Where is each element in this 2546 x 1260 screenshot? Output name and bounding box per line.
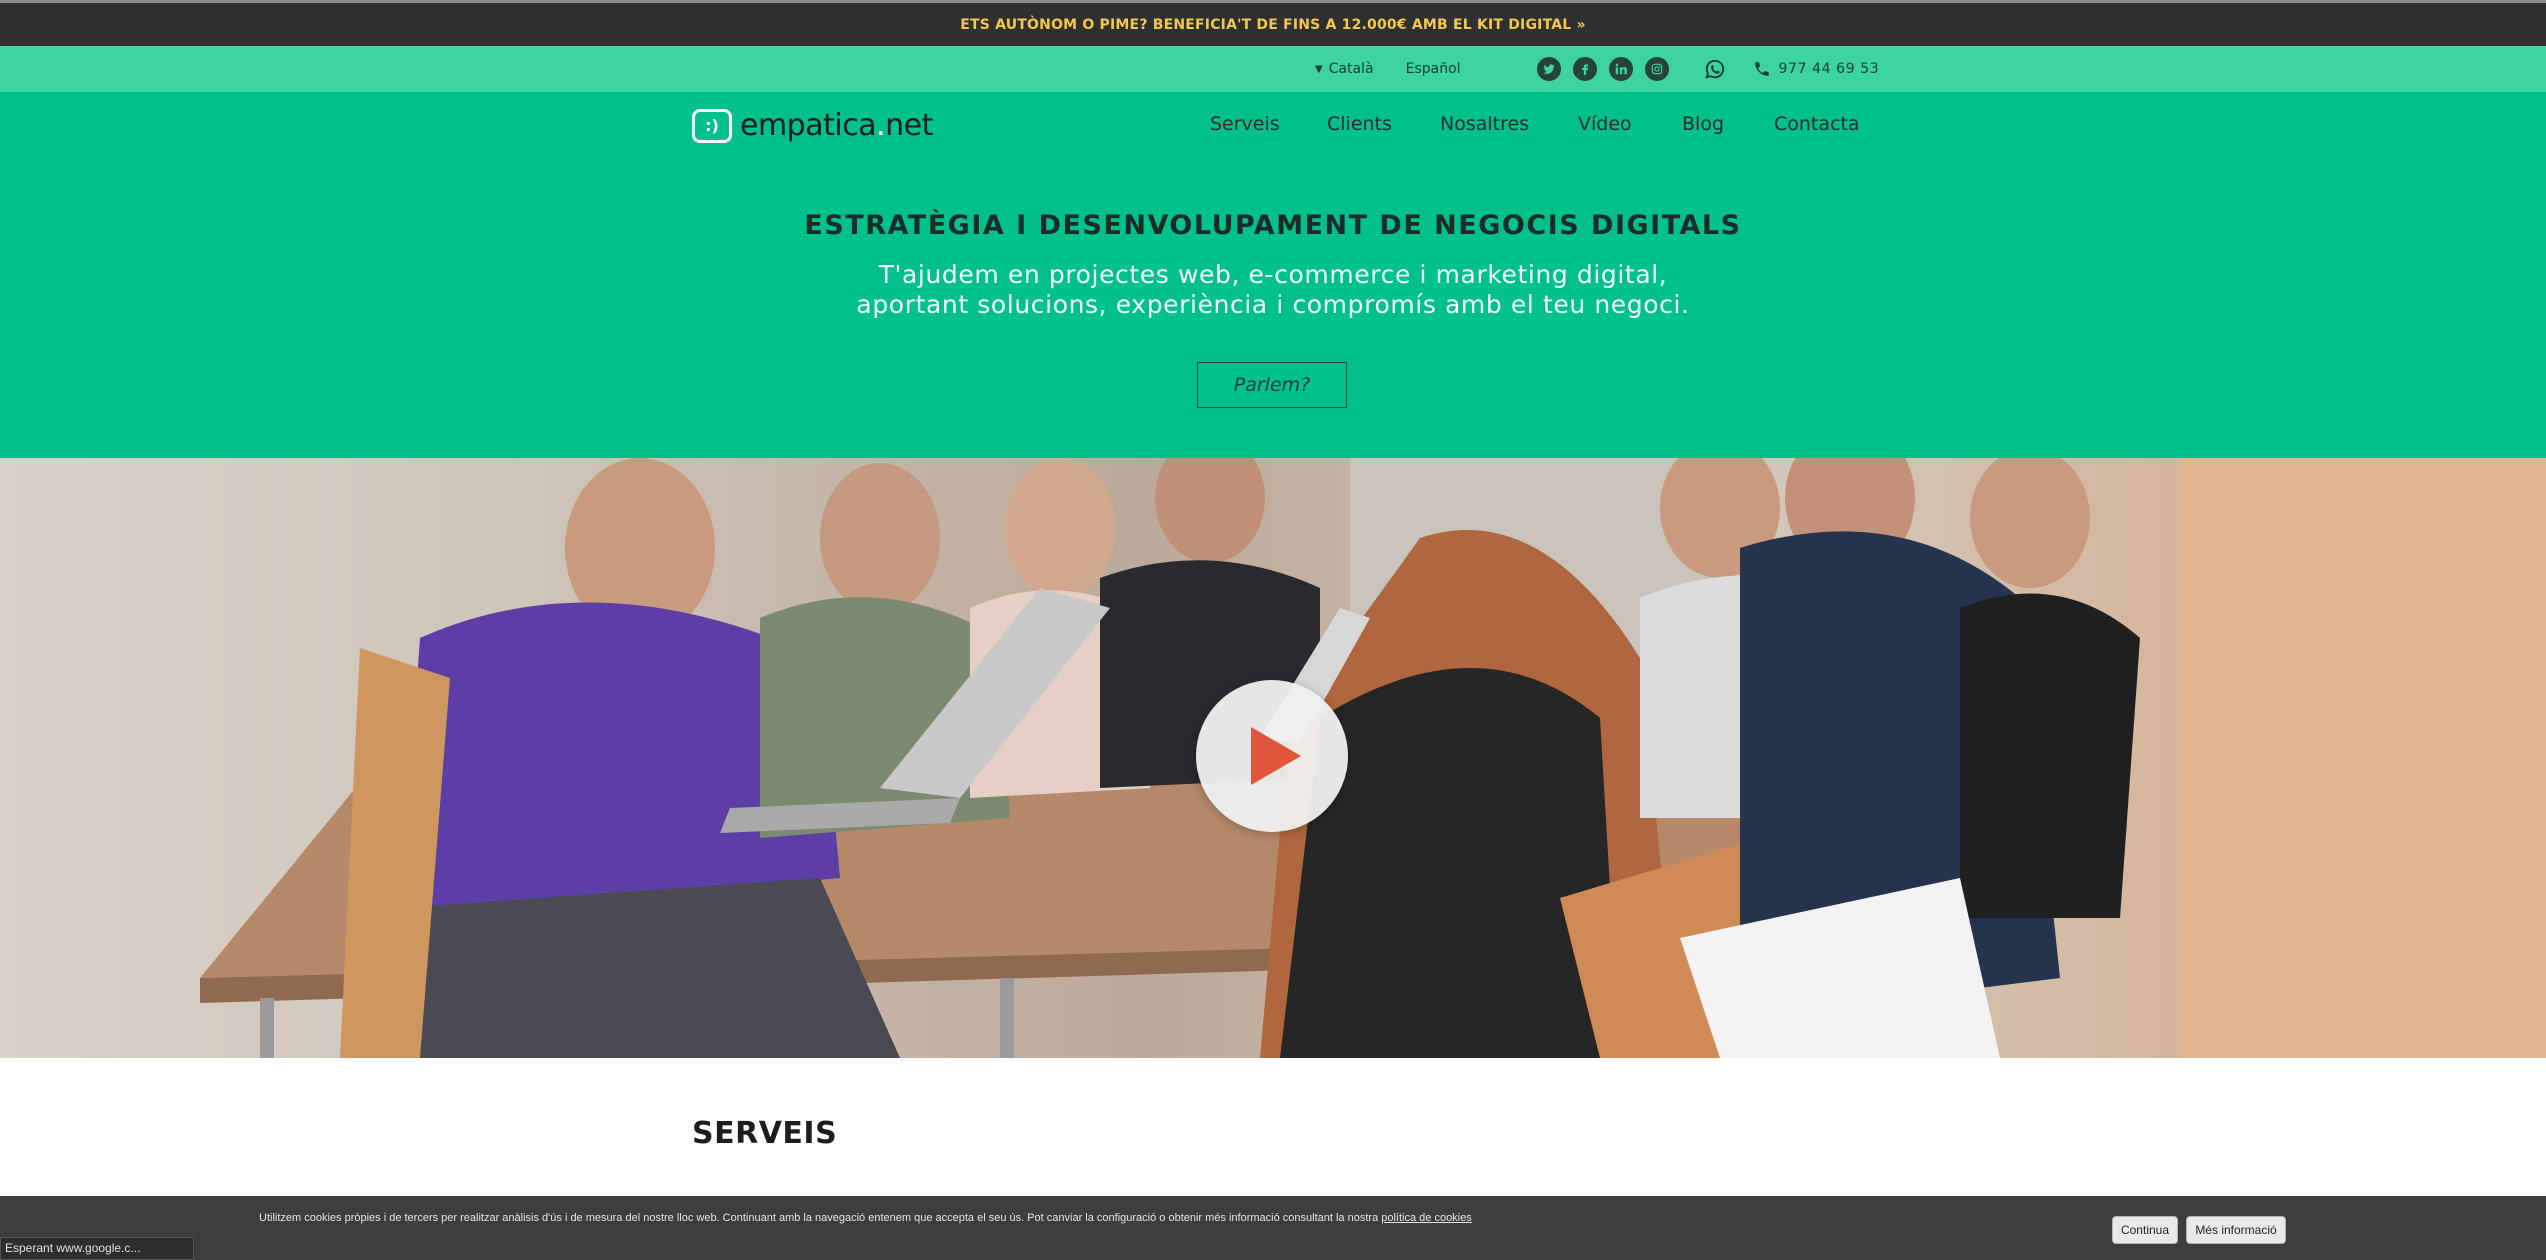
language-label-catala: Català (1328, 61, 1374, 77)
browser-status-bar: Esperant www.google.c... (0, 1237, 194, 1260)
phone-icon (1754, 62, 1769, 76)
contact-cta-button[interactable]: Parlem? (1197, 362, 1347, 408)
nav-contacta[interactable]: Contacta (1774, 113, 1860, 135)
video-section[interactable] (0, 458, 2546, 1058)
promo-link[interactable]: ETS AUTÒNOM O PIME? BENEFICIA'T DE FINS … (960, 17, 1585, 33)
hero-section: :) empatica.net Serveis Clients Nosaltre… (0, 92, 2546, 458)
logo-text: empatica.net (740, 108, 933, 143)
nav-blog[interactable]: Blog (1682, 113, 1724, 135)
logo-tld: net (885, 108, 933, 143)
hero-subtitle-line1: T'ajudem en projectes web, e-commerce i … (878, 260, 1668, 289)
cookie-more-info-button[interactable]: Més informació (2186, 1216, 2286, 1244)
language-espanol[interactable]: Español (1406, 61, 1461, 77)
utility-inner: ▼ Català Español 977 44 69 53 (1315, 46, 1879, 92)
nav-nosaltres[interactable]: Nosaltres (1440, 113, 1529, 135)
whatsapp-icon[interactable] (1703, 57, 1727, 81)
facebook-icon[interactable] (1572, 57, 1597, 81)
cookie-policy-link[interactable]: política de cookies (1381, 1212, 1472, 1224)
linkedin-icon[interactable] (1608, 57, 1633, 81)
logo-name: empatica (740, 108, 877, 143)
logo-mark: :) (692, 108, 732, 143)
instagram-icon[interactable] (1644, 57, 1669, 81)
language-label-espanol: Español (1405, 61, 1461, 77)
site-logo[interactable]: :) empatica.net (692, 108, 933, 143)
phone-contact[interactable]: 977 44 69 53 (1753, 60, 1880, 78)
social-links (1536, 57, 1669, 81)
cookie-accept-button[interactable]: Continua (2112, 1216, 2178, 1244)
caret-down-icon: ▼ (1315, 63, 1323, 75)
language-catala[interactable]: ▼ Català (1315, 61, 1374, 77)
nav-serveis[interactable]: Serveis (1210, 113, 1280, 135)
nav-clients[interactable]: Clients (1327, 113, 1392, 135)
hero-subtitle-line2: aportant solucions, experiència i compro… (856, 290, 1690, 319)
promo-bar: ETS AUTÒNOM O PIME? BENEFICIA'T DE FINS … (0, 0, 2546, 46)
hero-subtitle: T'ajudem en projectes web, e-commerce i … (0, 260, 2546, 320)
logo-dot: . (876, 108, 886, 143)
twitter-icon[interactable] (1536, 57, 1561, 81)
utility-bar: ▼ Català Español 977 44 69 53 (0, 46, 2546, 92)
services-heading: SERVEIS (692, 1116, 838, 1151)
cookie-message: Utilitzem cookies pròpies i de tercers p… (259, 1210, 1479, 1227)
phone-number: 977 44 69 53 (1778, 61, 1880, 77)
play-video-button[interactable] (1196, 680, 1348, 832)
cookie-text: Utilitzem cookies pròpies i de tercers p… (259, 1212, 1379, 1224)
hero-title: ESTRATÈGIA I DESENVOLUPAMENT DE NEGOCIS … (804, 210, 1742, 241)
play-icon (1251, 727, 1301, 785)
nav-video[interactable]: Vídeo (1578, 113, 1632, 135)
